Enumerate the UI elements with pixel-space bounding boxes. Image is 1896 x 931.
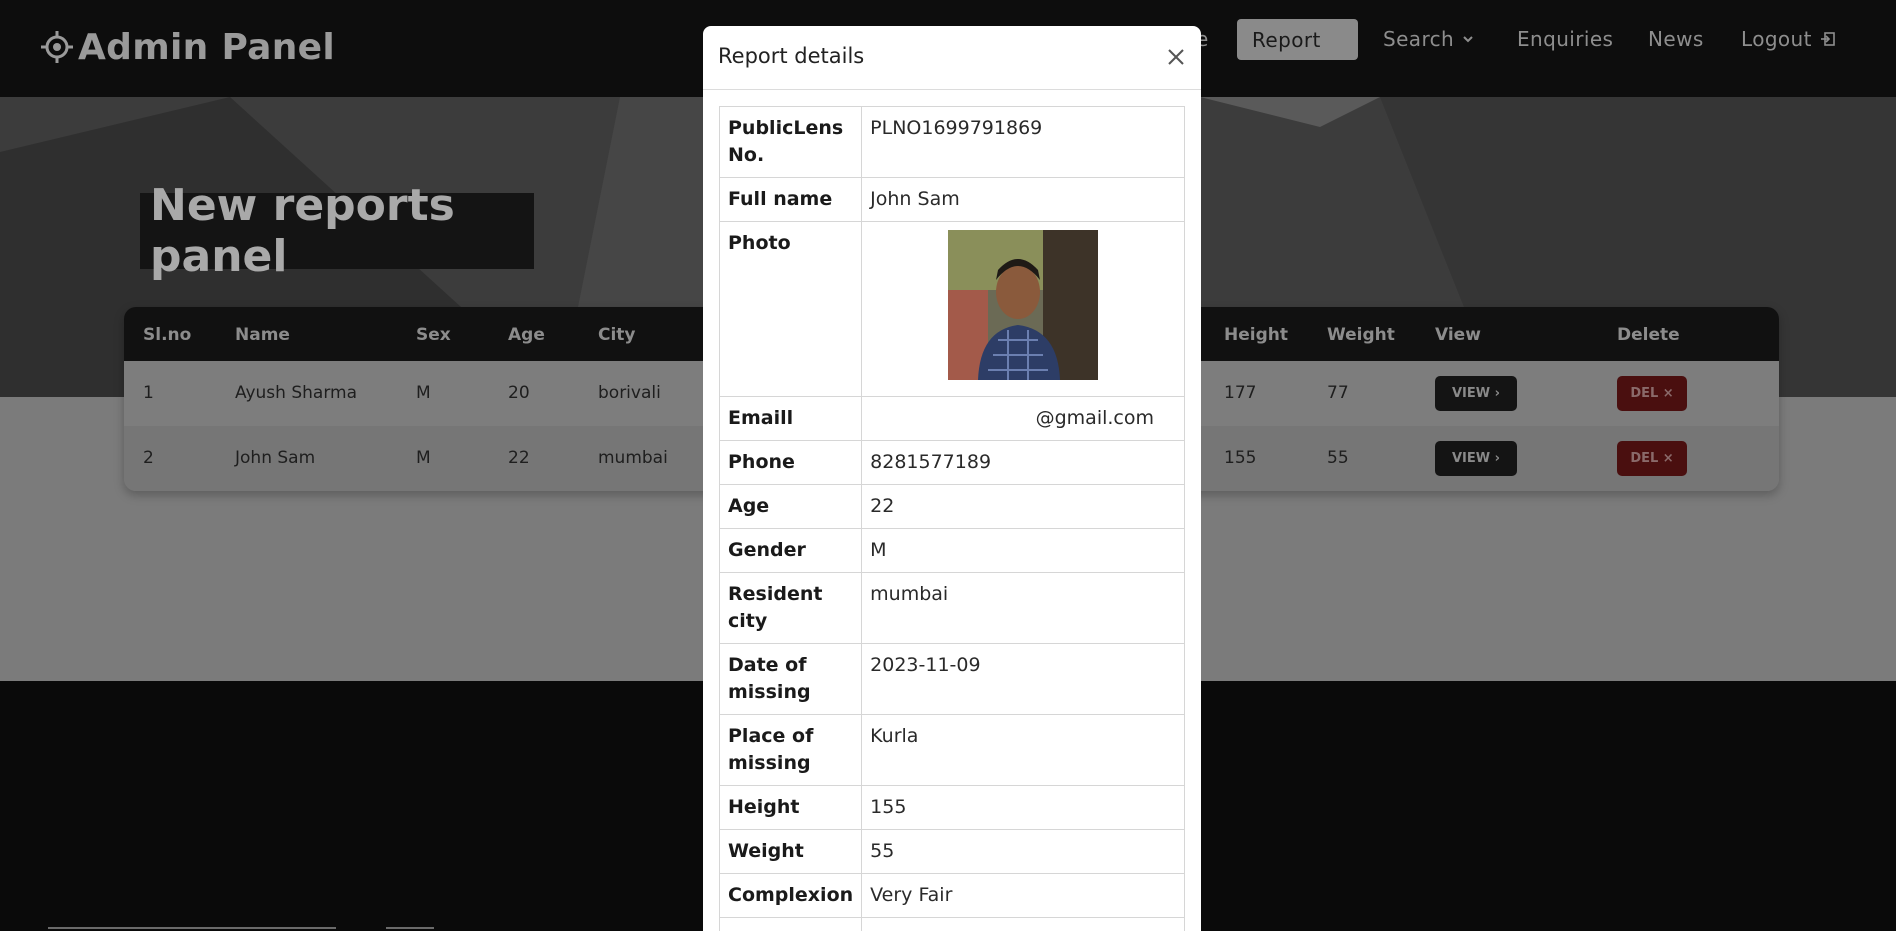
detail-row: Build Normal xyxy=(718,917,1185,931)
detail-value: mumbai xyxy=(861,572,1185,644)
cell-height: 155 xyxy=(1224,448,1257,468)
detail-key: Place of missing xyxy=(718,714,863,786)
detail-value: Very Fair xyxy=(861,873,1185,918)
detail-row: Phone 8281577189 xyxy=(718,440,1185,485)
detail-row: Gender M xyxy=(718,528,1185,573)
detail-row: Date of missing 2023-11-09 xyxy=(718,643,1185,715)
cell-sex: M xyxy=(416,448,431,468)
cell-age: 22 xyxy=(508,448,530,468)
cell-slno: 1 xyxy=(143,383,154,403)
cell-name: John Sam xyxy=(235,448,316,468)
detail-value: 8281577189 xyxy=(861,440,1185,485)
footer-divider xyxy=(386,927,434,929)
detail-key: Build xyxy=(718,917,863,931)
view-button[interactable]: VIEW › xyxy=(1435,376,1517,411)
footer-divider xyxy=(48,927,336,929)
nav-item-search[interactable]: Search xyxy=(1383,18,1474,60)
detail-value: M xyxy=(861,528,1185,573)
detail-row: Height 155 xyxy=(718,785,1185,830)
detail-row: Resident city mumbai xyxy=(718,572,1185,644)
cell-name: Ayush Sharma xyxy=(235,383,357,403)
column-header: Sl.no xyxy=(143,325,192,345)
detail-row: Emaill @gmail.com xyxy=(718,396,1185,441)
nav-item-report[interactable]: Report xyxy=(1237,19,1358,60)
cell-height: 177 xyxy=(1224,383,1257,403)
detail-key: Date of missing xyxy=(718,643,863,715)
nav-item-enquiries[interactable]: Enquiries xyxy=(1517,18,1613,60)
details-table: PublicLens No. PLNO1699791869 Full name … xyxy=(718,106,1185,931)
column-header: Delete xyxy=(1617,325,1680,345)
photo-cell xyxy=(861,221,1185,397)
detail-key: Phone xyxy=(718,440,863,485)
detail-row: Photo xyxy=(718,221,1185,397)
column-header: Sex xyxy=(416,325,451,345)
detail-value: @gmail.com xyxy=(861,396,1185,441)
cell-weight: 77 xyxy=(1327,383,1349,403)
column-header: City xyxy=(598,325,636,345)
nav-search-label: Search xyxy=(1383,27,1455,51)
column-header: Age xyxy=(508,325,545,345)
detail-row: Full name John Sam xyxy=(718,177,1185,222)
column-header: Weight xyxy=(1327,325,1395,345)
detail-value: Kurla xyxy=(861,714,1185,786)
report-details-modal: Report details PublicLens No. PLNO169979… xyxy=(703,26,1201,931)
detail-value: PLNO1699791869 xyxy=(861,106,1185,178)
crosshair-icon xyxy=(41,31,73,63)
nav-item-logout[interactable]: Logout xyxy=(1741,18,1836,60)
nav-logout-label: Logout xyxy=(1741,27,1812,51)
detail-row: PublicLens No. PLNO1699791869 xyxy=(718,106,1185,178)
detail-value: Normal xyxy=(861,917,1185,931)
nav-item-news[interactable]: News xyxy=(1648,18,1704,60)
detail-row: Complexion Very Fair xyxy=(718,873,1185,918)
detail-key: Full name xyxy=(718,177,863,222)
detail-key: PublicLens No. xyxy=(718,106,863,178)
email-value: @gmail.com xyxy=(1035,407,1154,429)
detail-key: Photo xyxy=(718,221,863,397)
chevron-down-icon xyxy=(1463,36,1473,43)
detail-key: Height xyxy=(718,785,863,830)
detail-key: Age xyxy=(718,484,863,529)
delete-button[interactable]: DEL × xyxy=(1617,441,1687,476)
logout-icon xyxy=(1820,32,1835,46)
person-photo xyxy=(948,230,1099,380)
detail-key: Complexion xyxy=(718,873,863,918)
modal-title: Report details xyxy=(718,44,865,68)
close-icon[interactable] xyxy=(1166,47,1186,67)
nav-report-label: Report xyxy=(1252,27,1321,52)
cell-city: borivali xyxy=(598,383,661,403)
cell-sex: M xyxy=(416,383,431,403)
detail-value: 22 xyxy=(861,484,1185,529)
detail-value: 55 xyxy=(861,829,1185,874)
modal-header: Report details xyxy=(703,26,1201,90)
cell-weight: 55 xyxy=(1327,448,1349,468)
detail-key: Emaill xyxy=(718,396,863,441)
column-header: Height xyxy=(1224,325,1288,345)
detail-value: 2023-11-09 xyxy=(861,643,1185,715)
detail-row: Weight 55 xyxy=(718,829,1185,874)
brand-title: Admin Panel xyxy=(78,26,336,68)
view-button[interactable]: VIEW › xyxy=(1435,441,1517,476)
cell-city: mumbai xyxy=(598,448,668,468)
detail-key: Gender xyxy=(718,528,863,573)
cell-slno: 2 xyxy=(143,448,154,468)
detail-row: Age 22 xyxy=(718,484,1185,529)
column-header: Name xyxy=(235,325,290,345)
cell-age: 20 xyxy=(508,383,530,403)
delete-button[interactable]: DEL × xyxy=(1617,376,1687,411)
detail-row: Place of missing Kurla xyxy=(718,714,1185,786)
detail-value: John Sam xyxy=(861,177,1185,222)
detail-value: 155 xyxy=(861,785,1185,830)
detail-key: Resident city xyxy=(718,572,863,644)
brand[interactable]: Admin Panel xyxy=(40,22,335,72)
detail-key: Weight xyxy=(718,829,863,874)
column-header: View xyxy=(1435,325,1481,345)
page-title: New reports panel xyxy=(140,180,534,282)
